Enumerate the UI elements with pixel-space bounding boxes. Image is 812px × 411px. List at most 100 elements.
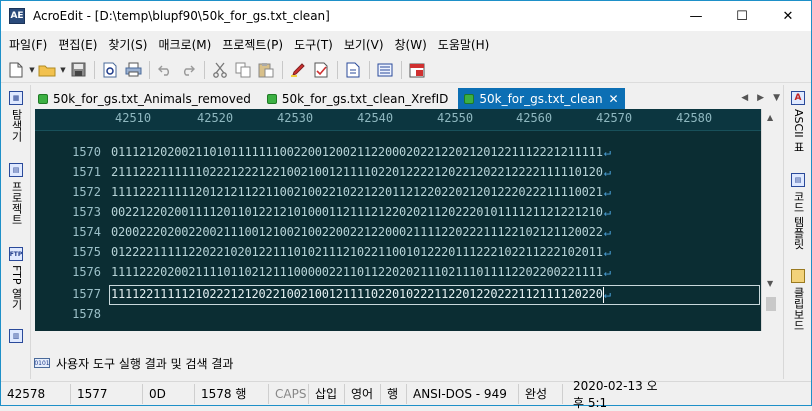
title-bar: AE AcroEdit - [D:\temp\blupf90\50k_for_g… — [1, 1, 811, 31]
line-end-icon: ↵ — [603, 185, 611, 199]
side-tab-clipboard[interactable]: 클립보드 — [789, 269, 807, 331]
ftp-icon: FTP — [9, 247, 23, 261]
file-icon[interactable] — [342, 59, 364, 81]
ruler-label: 42580 — [676, 111, 713, 125]
menu-tools[interactable]: 도구(T) — [294, 36, 333, 53]
ruler-label: 42540 — [357, 111, 394, 125]
menu-view[interactable]: 보기(V) — [344, 36, 384, 53]
scroll-up-icon[interactable]: ▲ — [767, 113, 773, 122]
menu-bar: 파일(F) 편집(E) 찾기(S) 매크로(M) 프로젝트(P) 도구(T) 보… — [1, 33, 811, 55]
scrollbar-thumb[interactable] — [766, 297, 776, 311]
print-preview-icon[interactable] — [99, 59, 121, 81]
output-panel-tab[interactable]: 0101 사용자 도구 실행 결과 및 검색 결과 — [32, 351, 784, 375]
menu-project[interactable]: 프로젝트(P) — [222, 36, 283, 53]
side-tab-label: ASCII 표 — [792, 109, 805, 153]
line-number: 1575 — [72, 245, 101, 259]
cut-icon[interactable] — [209, 59, 231, 81]
file-status-icon — [38, 93, 48, 104]
ruler-label: 42550 — [437, 111, 474, 125]
menu-macro[interactable]: 매크로(M) — [158, 36, 211, 53]
vertical-scrollbar[interactable]: ▲ ▼ — [761, 109, 780, 331]
tab-clean[interactable]: 50k_for_gs.txt_clean ✕ — [458, 88, 625, 109]
side-tab-label: FTP 열기 — [10, 265, 23, 310]
undo-icon[interactable] — [154, 59, 176, 81]
tab-list-icon[interactable]: ▼ — [773, 93, 780, 103]
tab-label: 50k_for_gs.txt_clean_XrefID — [281, 91, 449, 106]
project-icon: ▤ — [9, 163, 23, 177]
tab-prev-icon[interactable]: ◀ — [741, 93, 748, 103]
explorer-icon: ▦ — [9, 91, 23, 105]
open-folder-icon[interactable] — [36, 59, 58, 81]
toolbar-separator — [204, 60, 205, 79]
status-char-code: 0D — [143, 383, 195, 404]
code-line: 2111222111111022212221221002100121111022… — [111, 165, 611, 179]
side-tab-code-template[interactable]: ▤ 코드 템플릿 — [789, 173, 807, 250]
ruler-label: 42530 — [277, 111, 314, 125]
code-line: 0022122020011112011012212101000112111212… — [111, 205, 611, 219]
status-insert-mode[interactable]: 삽입 — [309, 383, 345, 404]
current-code-line: 1111221111121022212120221002100121111022… — [111, 287, 611, 301]
toolbar-separator — [94, 60, 95, 79]
tab-navigation: ◀ ▶ ▼ — [732, 87, 784, 109]
menu-file[interactable]: 파일(F) — [9, 36, 47, 53]
output-panel-label: 사용자 도구 실행 결과 및 검색 결과 — [56, 356, 234, 371]
menu-edit[interactable]: 편집(E) — [58, 36, 97, 53]
minimize-button[interactable]: — — [673, 1, 719, 31]
line-end-icon: ↵ — [603, 205, 611, 219]
line-end-icon: ↵ — [603, 145, 611, 159]
paste-icon[interactable] — [255, 59, 277, 81]
menu-help[interactable]: 도움말(H) — [438, 36, 490, 53]
status-encoding[interactable]: ANSI-DOS - 949 — [407, 383, 519, 404]
open-dropdown-icon[interactable]: ▼ — [59, 59, 67, 81]
redo-icon[interactable] — [177, 59, 199, 81]
window-title: AcroEdit - [D:\temp\blupf90\50k_for_gs.t… — [33, 9, 330, 23]
save-icon[interactable] — [67, 59, 89, 81]
code-line: 1111222020021111011021211100000221101122… — [111, 265, 611, 279]
status-selection-mode[interactable]: 행 — [381, 383, 407, 404]
menu-window[interactable]: 창(W) — [395, 36, 427, 53]
right-side-panel: A ASCII 표 ▤ 코드 템플릿 클립보드 — [783, 85, 811, 379]
tab-next-icon[interactable]: ▶ — [757, 93, 764, 103]
side-tab-ftp[interactable]: FTP FTP 열기 — [7, 247, 25, 310]
tab-animals-removed[interactable]: 50k_for_gs.txt_Animals_removed — [32, 88, 257, 109]
copy-icon[interactable] — [232, 59, 254, 81]
print-icon[interactable] — [122, 59, 144, 81]
line-number: 1577 — [72, 287, 101, 301]
close-button[interactable]: ✕ — [765, 1, 811, 31]
line-number: 1576 — [72, 265, 101, 279]
status-caps: CAPS — [269, 383, 309, 404]
line-number: 1574 — [72, 225, 101, 239]
ruler-label: 42520 — [197, 111, 234, 125]
document-tab-bar: 50k_for_gs.txt_Animals_removed 50k_for_g… — [32, 87, 784, 109]
side-tab-ascii[interactable]: A ASCII 표 — [789, 91, 807, 152]
scroll-down-icon[interactable]: ▼ — [767, 279, 773, 288]
status-total-lines: 1578 행 — [195, 383, 269, 404]
side-tab-explorer[interactable]: ▦ 탐색기 — [7, 91, 25, 142]
status-autocomplete[interactable]: 완성 — [519, 383, 563, 404]
status-input-language[interactable]: 영어 — [345, 383, 381, 404]
side-tab-label: 클립보드 — [792, 287, 805, 331]
code-line: 0111212020021101011111110022001200211220… — [111, 145, 611, 159]
status-bar: 42578 1577 0D 1578 행 CAPS 삽입 영어 행 ANSI-D… — [1, 378, 811, 410]
status-datetime: 2020-02-13 오후 5:1 — [573, 378, 658, 410]
toolbar: ▼ ▼ — [1, 57, 811, 83]
line-number: 1573 — [72, 205, 101, 219]
list-icon[interactable] — [374, 59, 396, 81]
close-icon[interactable]: ✕ — [609, 92, 619, 106]
side-tab-extra[interactable]: ▥ — [7, 329, 25, 347]
toolbar-separator — [337, 60, 338, 79]
window-controls: — ☐ ✕ — [673, 1, 811, 31]
new-file-dropdown-icon[interactable]: ▼ — [28, 59, 36, 81]
maximize-button[interactable]: ☐ — [719, 1, 765, 31]
side-tab-project[interactable]: ▤ 프로젝트 — [7, 163, 25, 225]
new-file-icon[interactable] — [5, 59, 27, 81]
status-column: 42578 — [1, 383, 71, 404]
tab-clean-xrefid[interactable]: 50k_for_gs.txt_clean_XrefID — [261, 88, 454, 109]
line-end-icon: ↵ — [603, 225, 611, 239]
check-doc-icon[interactable] — [310, 59, 332, 81]
highlighter-icon[interactable] — [287, 59, 309, 81]
menu-find[interactable]: 찾기(S) — [108, 36, 147, 53]
text-caret — [603, 287, 604, 303]
calendar-icon[interactable] — [406, 59, 428, 81]
text-editor[interactable]: 42510 42520 42530 42540 42550 42560 4257… — [35, 109, 780, 331]
